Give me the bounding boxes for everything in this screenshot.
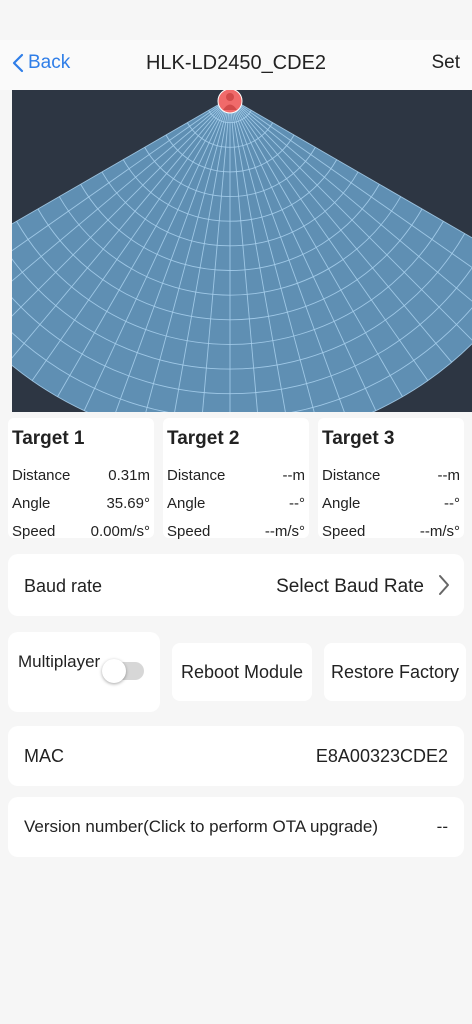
target-speed-row: Speed --m/s° (322, 523, 460, 540)
version-label: Version number(Click to perform OTA upgr… (24, 817, 378, 836)
version-value: -- (436, 817, 448, 836)
person-head-icon (226, 93, 234, 101)
baud-rate-label: Baud rate (24, 576, 103, 596)
radar-canvas (12, 90, 472, 412)
top-navigation-bar: Back HLK-LD2450_CDE2 Set (0, 40, 472, 90)
angle-label: Angle (167, 495, 206, 512)
chevron-right-icon (439, 575, 449, 595)
target-speed-row: Speed 0.00m/s° (12, 523, 150, 540)
toggle-knob (102, 659, 126, 683)
target-angle-row: Angle --° (167, 495, 305, 512)
angle-value: --° (444, 495, 460, 512)
radar-view (12, 90, 472, 412)
target-name: Target 2 (167, 428, 240, 449)
mac-label: MAC (24, 746, 64, 766)
target-angle-row: Angle 35.69° (12, 495, 150, 512)
angle-label: Angle (12, 495, 51, 512)
set-button[interactable]: Set (431, 52, 460, 74)
speed-value: 0.00m/s° (90, 523, 150, 540)
target-name: Target 1 (12, 428, 85, 449)
multiplayer-toggle[interactable] (102, 659, 144, 683)
angle-value: 35.69° (106, 495, 150, 512)
baud-rate-row[interactable]: Baud rate Select Baud Rate (8, 554, 464, 616)
target-card-3: Target 3 Distance --m Angle --° Speed --… (318, 418, 464, 540)
multiplayer-label: Multiplayer (18, 652, 101, 671)
restore-factory-button[interactable]: Restore Factory (324, 643, 466, 701)
target-speed-row: Speed --m/s° (167, 523, 305, 540)
target-distance-row: Distance 0.31m (12, 467, 150, 484)
target-distance-row: Distance --m (322, 467, 460, 484)
distance-label: Distance (12, 467, 71, 484)
target-name: Target 3 (322, 428, 395, 449)
targets-panel: Target 1 Distance 0.31m Angle 35.69° Spe… (0, 412, 472, 542)
distance-label: Distance (167, 467, 226, 484)
mac-value: E8A00323CDE2 (315, 746, 448, 766)
angle-value: --° (289, 495, 305, 512)
reboot-module-button[interactable]: Reboot Module (172, 643, 312, 701)
baud-rate-value: Select Baud Rate (276, 576, 424, 597)
mac-row: MAC E8A00323CDE2 (8, 726, 464, 786)
multiplayer-card: Multiplayer (8, 632, 160, 712)
target-card-1: Target 1 Distance 0.31m Angle 35.69° Spe… (8, 418, 154, 540)
status-bar (0, 0, 472, 40)
speed-value: --m/s° (419, 523, 460, 540)
angle-label: Angle (322, 495, 361, 512)
distance-value: --m (437, 467, 461, 484)
distance-label: Distance (322, 467, 381, 484)
target-card-2: Target 2 Distance --m Angle --° Speed --… (163, 418, 309, 540)
target-distance-row: Distance --m (167, 467, 305, 484)
speed-label: Speed (167, 523, 211, 540)
page-title: HLK-LD2450_CDE2 (145, 52, 327, 74)
speed-value: --m/s° (264, 523, 305, 540)
distance-value: --m (282, 467, 306, 484)
speed-label: Speed (12, 523, 56, 540)
speed-label: Speed (322, 523, 366, 540)
distance-value: 0.31m (108, 467, 150, 484)
target-angle-row: Angle --° (322, 495, 460, 512)
version-row[interactable]: Version number(Click to perform OTA upgr… (8, 797, 464, 857)
